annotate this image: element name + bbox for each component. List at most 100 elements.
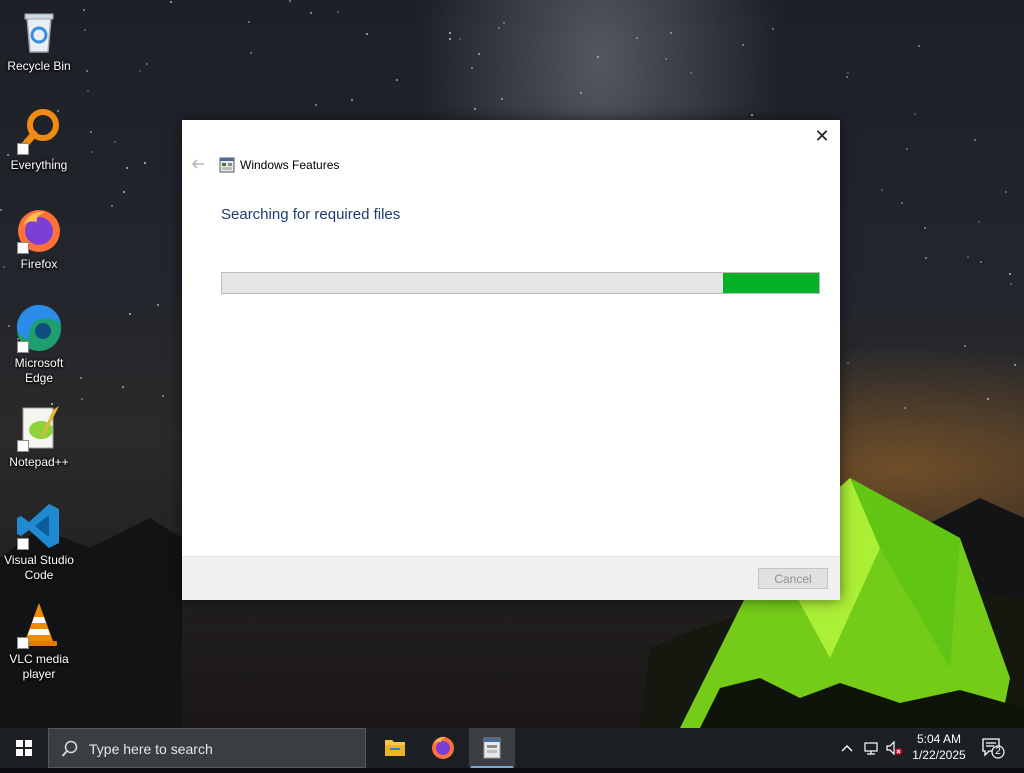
star xyxy=(80,377,82,379)
star xyxy=(772,28,774,30)
star xyxy=(126,167,128,169)
desktop-icon-notepadpp[interactable]: Notepad++ xyxy=(2,404,76,470)
star xyxy=(289,0,291,2)
shortcut-arrow-icon xyxy=(17,341,29,353)
star xyxy=(670,32,672,34)
action-center-button[interactable]: 2 xyxy=(980,736,1006,760)
star xyxy=(498,27,500,29)
status-heading: Searching for required files xyxy=(221,206,401,223)
start-button[interactable] xyxy=(0,728,48,768)
desktop-icon-label: Visual Studio Code xyxy=(4,553,74,582)
star xyxy=(471,67,473,69)
desktop-icon-everything[interactable]: Everything xyxy=(2,107,76,173)
star xyxy=(847,72,849,74)
star xyxy=(90,131,92,133)
star xyxy=(881,189,883,191)
taskbar: Type here to search 5:04 AM 1/22/2025 2 xyxy=(0,728,1024,768)
star xyxy=(1010,283,1012,285)
desktop-icon-firefox[interactable]: Firefox xyxy=(2,206,76,272)
star xyxy=(636,37,638,39)
close-button[interactable]: ✕ xyxy=(810,125,834,147)
edge-icon xyxy=(15,304,63,353)
star xyxy=(665,58,667,60)
star xyxy=(449,32,451,34)
show-hidden-icons-chevron-icon[interactable] xyxy=(839,740,855,756)
vscode-icon xyxy=(15,502,63,550)
star xyxy=(478,53,480,55)
desktop-icon-vscode[interactable]: Visual Studio Code xyxy=(2,502,76,583)
star xyxy=(1009,273,1011,275)
star xyxy=(170,1,172,3)
star xyxy=(146,63,148,65)
star xyxy=(503,22,505,24)
firefox-icon xyxy=(15,206,63,254)
star xyxy=(742,44,744,46)
star xyxy=(580,92,582,94)
shortcut-arrow-icon xyxy=(17,143,29,155)
star xyxy=(250,52,252,54)
star xyxy=(310,12,312,14)
back-arrow-icon[interactable] xyxy=(190,156,206,172)
recycle-bin-icon xyxy=(15,8,63,56)
search-icon xyxy=(61,740,78,757)
clock-time: 5:04 AM xyxy=(916,732,962,746)
star xyxy=(914,113,916,115)
volume-muted-icon[interactable] xyxy=(886,740,902,756)
clock-date: 1/22/2025 xyxy=(912,748,966,762)
star xyxy=(1014,364,1016,366)
star xyxy=(351,99,353,101)
star xyxy=(122,386,124,388)
star xyxy=(964,345,966,347)
everything-search-icon xyxy=(15,107,63,155)
star xyxy=(501,98,503,100)
progress-bar-fill xyxy=(723,273,819,293)
star xyxy=(91,151,93,153)
star xyxy=(846,76,848,78)
search-placeholder: Type here to search xyxy=(89,741,213,757)
desktop-icon-label: VLC media player xyxy=(9,652,69,681)
star xyxy=(924,227,926,229)
star xyxy=(474,108,476,110)
desktop-icon-edge[interactable]: Microsoft Edge xyxy=(2,304,76,386)
taskbar-clock[interactable]: 5:04 AM 1/22/2025 xyxy=(906,731,972,763)
star xyxy=(597,56,599,58)
taskbar-app-file-explorer[interactable] xyxy=(372,728,418,768)
star xyxy=(967,256,969,258)
star xyxy=(690,72,692,74)
windows-features-icon xyxy=(483,737,501,759)
taskbar-app-windows-features[interactable] xyxy=(469,728,515,768)
star xyxy=(366,33,368,35)
notification-icon xyxy=(982,738,1005,759)
star xyxy=(925,257,927,259)
dialog-title: Windows Features xyxy=(240,158,340,172)
shortcut-arrow-icon xyxy=(17,440,29,452)
star xyxy=(84,29,86,31)
star xyxy=(139,70,141,72)
windows-logo-icon xyxy=(16,740,32,756)
desktop-icon-recycle-bin[interactable]: Recycle Bin xyxy=(2,8,76,74)
taskbar-search-box[interactable]: Type here to search xyxy=(48,728,366,768)
star xyxy=(157,304,159,306)
notepadpp-icon xyxy=(15,404,63,452)
cancel-button[interactable]: Cancel xyxy=(758,568,828,589)
taskbar-app-firefox[interactable] xyxy=(420,728,466,768)
shortcut-arrow-icon xyxy=(17,637,29,649)
star xyxy=(1005,191,1007,193)
shortcut-arrow-icon xyxy=(17,538,29,550)
desktop-icon-vlc[interactable]: VLC media player xyxy=(2,601,76,682)
star xyxy=(987,398,989,400)
star xyxy=(144,162,146,164)
shortcut-arrow-icon xyxy=(17,242,29,254)
star xyxy=(83,9,85,11)
star xyxy=(906,148,908,150)
star xyxy=(978,221,980,223)
dialog-footer: Cancel xyxy=(182,556,840,600)
desktop-icon-label: Firefox xyxy=(20,257,58,271)
network-icon[interactable] xyxy=(863,740,879,756)
desktop-icon-label: Notepad++ xyxy=(9,455,69,469)
star xyxy=(337,11,339,13)
desktop-icon-label: Everything xyxy=(10,158,68,172)
star xyxy=(751,114,753,116)
star xyxy=(123,191,125,193)
star xyxy=(248,21,250,23)
